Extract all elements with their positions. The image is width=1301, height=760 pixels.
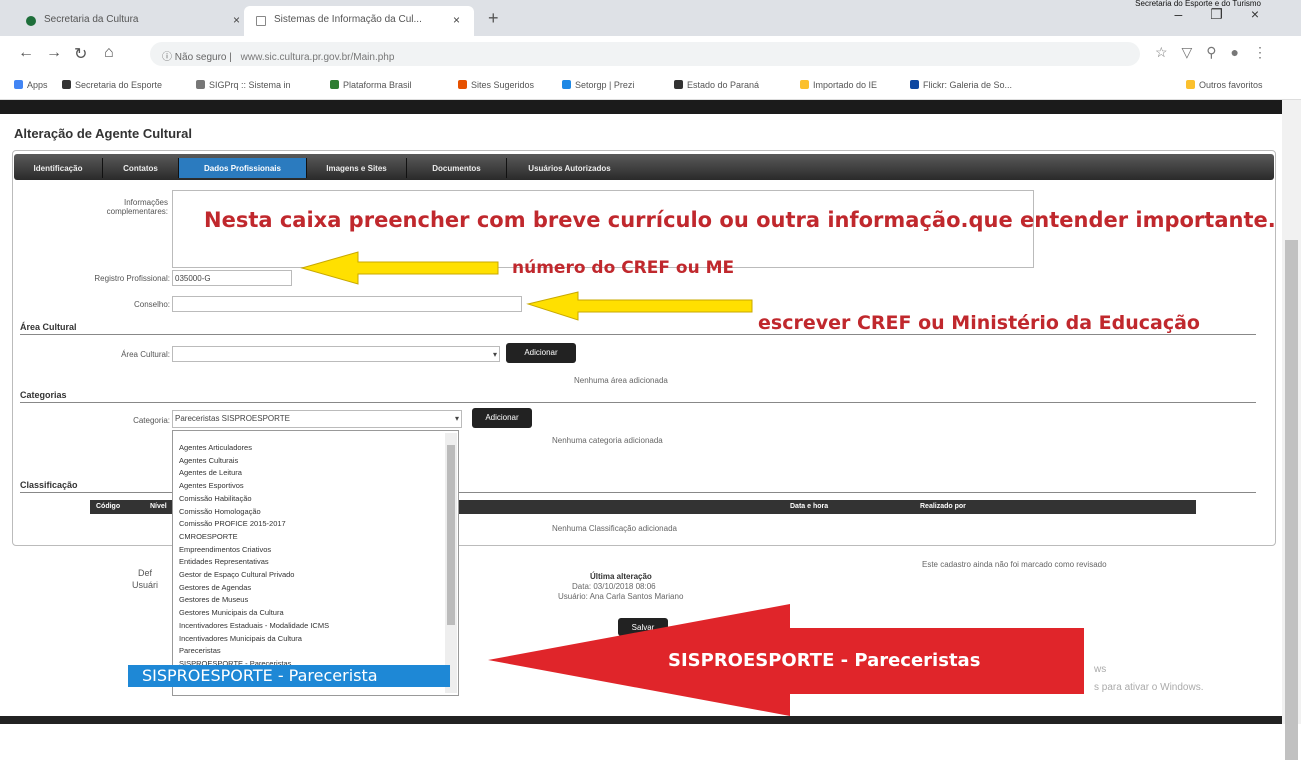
yellow-arrow-icon: [300, 251, 499, 285]
taskbar-strip: [0, 716, 1282, 724]
annotation-categoria: SISPROESPORTE - Pareceristas: [668, 650, 981, 671]
annotation-conselho: escrever CREF ou Ministério da Educação: [758, 312, 1200, 334]
yellow-arrow-icon: [526, 291, 753, 321]
annotation-textarea: Nesta caixa preencher com breve currícul…: [204, 208, 1276, 232]
annotation-arrows: [300, 251, 1084, 716]
annotation-registro: número do CREF ou ME: [512, 258, 735, 278]
